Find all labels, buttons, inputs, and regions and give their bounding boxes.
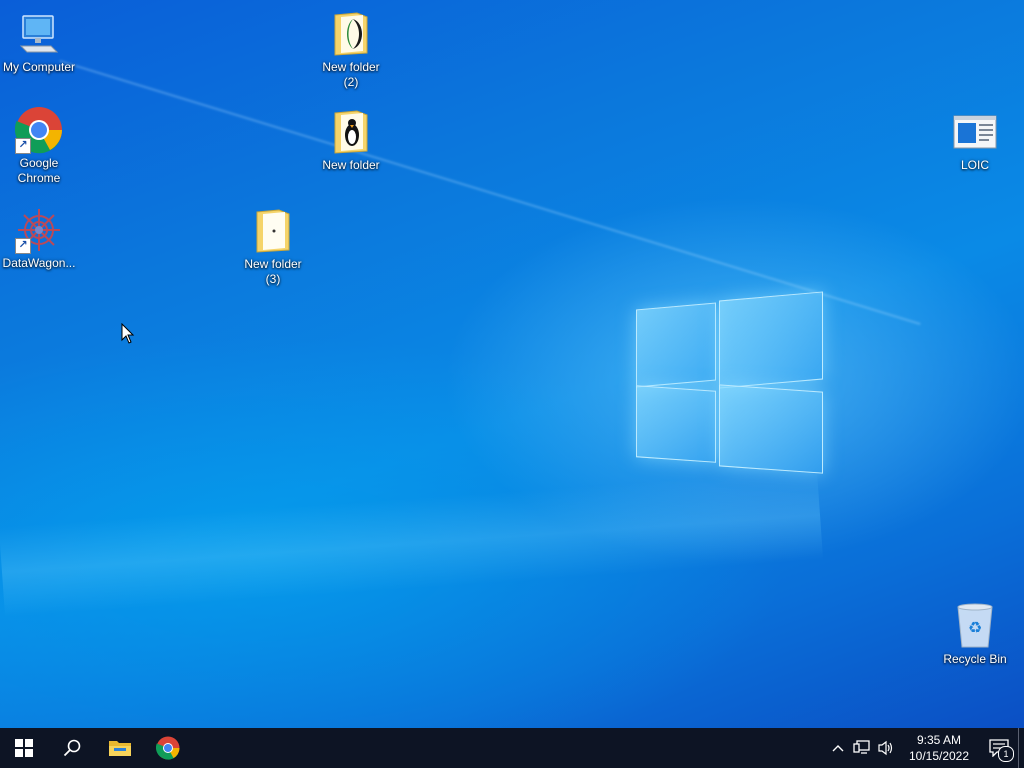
desktop[interactable]: My Computer ↗ Google Chrome ↗ DataWagon.…: [0, 0, 1024, 728]
desktop-icon-my-computer[interactable]: My Computer: [1, 10, 77, 75]
desktop-icon-new-folder-3[interactable]: New folder (3): [235, 207, 311, 287]
folder-icon: [109, 741, 131, 756]
icon-label: Google Chrome: [17, 156, 61, 185]
shortcut-arrow-icon: ↗: [15, 138, 31, 154]
icon-label: Recycle Bin: [943, 652, 1007, 666]
desktop-icon-recycle-bin[interactable]: ♻ Recycle Bin: [937, 602, 1013, 667]
chevron-up-icon: [832, 745, 844, 752]
show-hidden-icons-button[interactable]: [826, 728, 850, 768]
chrome-icon: [156, 736, 180, 760]
clock[interactable]: 9:35 AM 10/15/2022: [904, 732, 974, 764]
desktop-icon-new-folder[interactable]: New folder: [313, 108, 389, 173]
light-glow: [0, 470, 824, 618]
recycle-bin-icon: ♻: [951, 602, 999, 650]
desktop-icon-loic[interactable]: LOIC: [937, 108, 1013, 173]
datawagon-icon: ↗: [15, 206, 63, 254]
network-icon: [853, 740, 870, 754]
speaker-icon: [878, 740, 893, 756]
icon-label: My Computer: [2, 60, 76, 74]
desktop-icon-new-folder-2[interactable]: New folder (2): [313, 10, 389, 90]
computer-icon: [15, 10, 63, 58]
search-icon: [63, 739, 81, 757]
folder-icon: [327, 108, 375, 156]
mouse-cursor-icon: [121, 323, 135, 344]
icon-label: New folder (3): [244, 257, 302, 286]
clock-time: 9:35 AM: [916, 733, 962, 747]
clock-date: 10/15/2022: [908, 749, 970, 763]
desktop-icon-google-chrome[interactable]: ↗ Google Chrome: [1, 106, 77, 186]
system-tray: 9:35 AM 10/15/2022 1: [826, 728, 1024, 768]
icon-label: New folder: [322, 158, 380, 172]
start-button[interactable]: [0, 728, 48, 768]
chrome-taskbar-button[interactable]: [144, 728, 192, 768]
volume-button[interactable]: [874, 728, 898, 768]
search-button[interactable]: [48, 728, 96, 768]
svg-text:♻: ♻: [968, 618, 982, 637]
desktop-icon-datawagon[interactable]: ↗ DataWagon...: [1, 206, 77, 271]
icon-label: New folder (2): [322, 60, 380, 89]
application-window-icon: [951, 108, 999, 156]
folder-icon: [327, 10, 375, 58]
icon-label: DataWagon...: [2, 256, 76, 270]
action-center-button[interactable]: 1: [980, 728, 1018, 768]
notification-count-badge: 1: [998, 746, 1014, 762]
windows-wallpaper-logo: [636, 290, 826, 480]
network-button[interactable]: [850, 728, 874, 768]
light-beam: [59, 60, 921, 326]
taskbar: 9:35 AM 10/15/2022 1: [0, 728, 1024, 768]
file-explorer-button[interactable]: [96, 728, 144, 768]
folder-icon: [249, 207, 297, 255]
chrome-icon: ↗: [15, 106, 63, 154]
windows-logo-icon: [15, 739, 33, 757]
show-desktop-button[interactable]: [1018, 728, 1024, 768]
icon-label: LOIC: [960, 158, 989, 172]
shortcut-arrow-icon: ↗: [15, 238, 31, 254]
